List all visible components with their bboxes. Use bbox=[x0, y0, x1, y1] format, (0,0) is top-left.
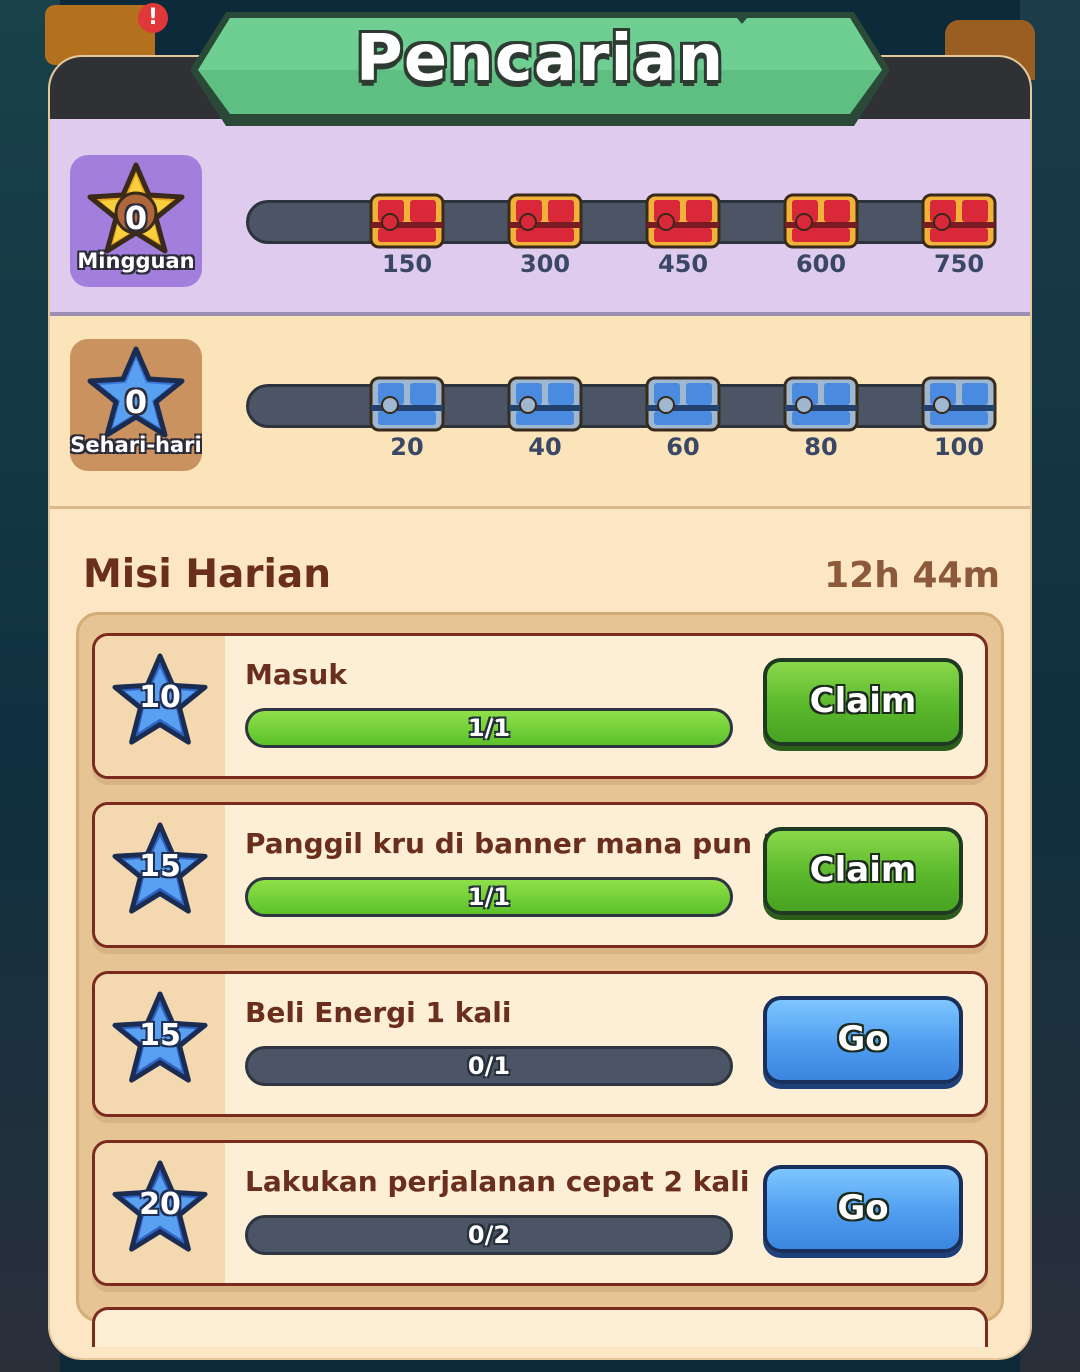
weekly-milestone-label: 150 bbox=[381, 250, 433, 278]
red-chest-icon[interactable] bbox=[782, 192, 860, 250]
weekly-milestone-label: 600 bbox=[795, 250, 847, 278]
claim-button[interactable]: Claim bbox=[763, 827, 963, 915]
blue-chest-icon[interactable] bbox=[782, 375, 860, 433]
list-item: 15 Beli Energi 1 kali 0/1 Go bbox=[92, 971, 988, 1117]
reward-star-badge: 15 bbox=[95, 805, 225, 945]
daily-points-value: 0 bbox=[124, 383, 148, 421]
progress-text: 0/1 bbox=[467, 1052, 511, 1080]
red-chest-icon[interactable] bbox=[368, 192, 446, 250]
reward-points: 15 bbox=[139, 849, 181, 884]
mission-progress-bar: 0/1 bbox=[245, 1046, 733, 1086]
red-chest-icon[interactable] bbox=[644, 192, 722, 250]
weekly-points-value: 0 bbox=[124, 199, 148, 237]
red-chest-icon[interactable] bbox=[920, 192, 998, 250]
weekly-progress-track bbox=[246, 200, 976, 244]
weekly-milestone-label: 450 bbox=[657, 250, 709, 278]
mission-title: Masuk bbox=[245, 658, 347, 691]
list-item: 20 Lakukan perjalanan cepat 2 kali 0/2 Go bbox=[92, 1140, 988, 1286]
daily-points-badge: 0 Sehari-hari bbox=[70, 339, 202, 471]
weekly-milestone-label: 750 bbox=[933, 250, 985, 278]
progress-text: 0/2 bbox=[467, 1221, 511, 1249]
list-item: 15 Panggil kru di banner mana pun 1 kali 1… bbox=[92, 802, 988, 948]
blue-chest-icon[interactable] bbox=[644, 375, 722, 433]
list-item-partial bbox=[92, 1307, 988, 1347]
daily-label: Sehari-hari bbox=[70, 433, 202, 457]
weekly-points-badge: 0 Mingguan bbox=[70, 155, 202, 287]
blue-chest-icon[interactable] bbox=[920, 375, 998, 433]
reward-points: 20 bbox=[139, 1187, 181, 1222]
weekly-label: Mingguan bbox=[77, 249, 195, 273]
mission-progress-bar: 0/2 bbox=[245, 1215, 733, 1255]
missions-title: Misi Harian bbox=[83, 552, 331, 597]
red-chest-icon[interactable] bbox=[506, 192, 584, 250]
reward-star-badge: 20 bbox=[95, 1143, 225, 1283]
page-title: Pencarian bbox=[355, 22, 725, 96]
weekly-milestone-label: 300 bbox=[519, 250, 571, 278]
daily-milestone-label: 60 bbox=[666, 433, 700, 461]
daily-milestone-label: 20 bbox=[390, 433, 424, 461]
blue-chest-icon[interactable] bbox=[506, 375, 584, 433]
daily-milestone-label: 80 bbox=[804, 433, 838, 461]
claim-button[interactable]: Claim bbox=[763, 658, 963, 746]
progress-text: 1/1 bbox=[467, 714, 511, 742]
mission-progress-bar: 1/1 bbox=[245, 877, 733, 917]
reward-star-badge: 15 bbox=[95, 974, 225, 1114]
mission-title: Beli Energi 1 kali bbox=[245, 996, 512, 1029]
mission-title: Panggil kru di banner mana pun 1 kali bbox=[245, 827, 848, 860]
progress-text: 1/1 bbox=[467, 883, 511, 911]
blue-chest-icon[interactable] bbox=[368, 375, 446, 433]
reward-points: 15 bbox=[139, 1018, 181, 1053]
missions-timer: 12h 44m bbox=[824, 555, 1000, 596]
reward-points: 10 bbox=[139, 680, 181, 715]
alert-icon: ! bbox=[138, 3, 168, 33]
daily-progress-track bbox=[246, 384, 976, 428]
reward-star-badge: 10 bbox=[95, 636, 225, 776]
go-button[interactable]: Go bbox=[763, 1165, 963, 1253]
mission-title: Lakukan perjalanan cepat 2 kali bbox=[245, 1165, 750, 1198]
daily-milestone-label: 100 bbox=[933, 433, 985, 461]
go-button[interactable]: Go bbox=[763, 996, 963, 1084]
list-item: 10 Masuk 1/1 Claim bbox=[92, 633, 988, 779]
daily-milestone-label: 40 bbox=[528, 433, 562, 461]
mission-progress-bar: 1/1 bbox=[245, 708, 733, 748]
